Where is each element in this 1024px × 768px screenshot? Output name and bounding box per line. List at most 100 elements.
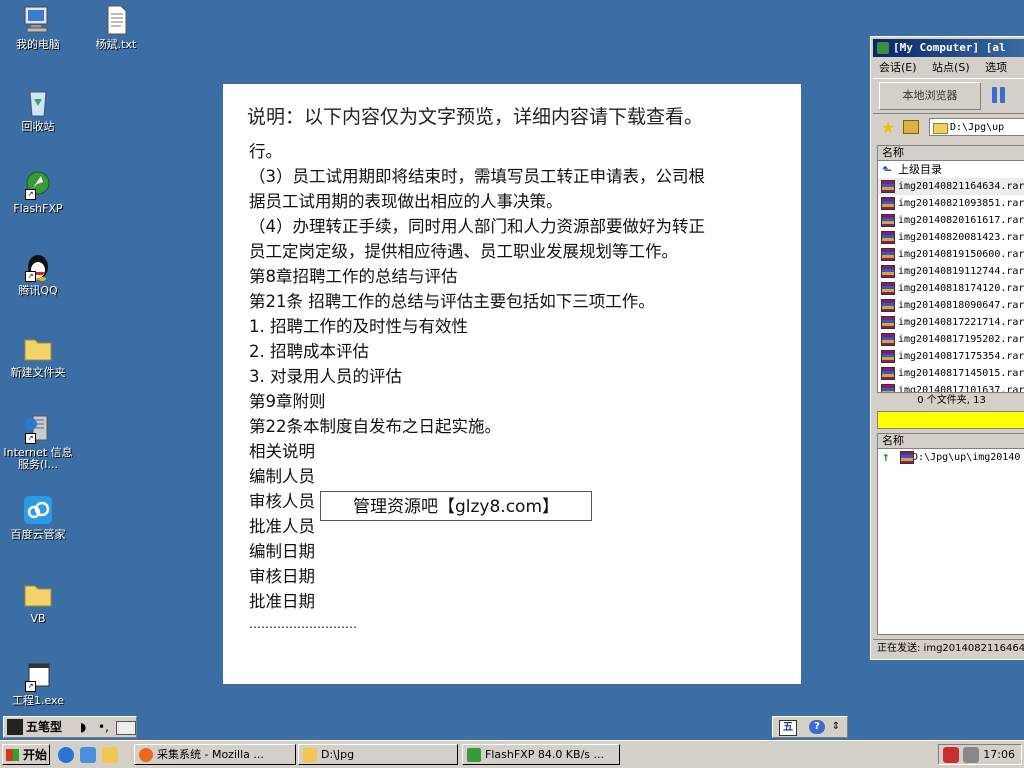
- desktop-icon-label: 我的电脑: [16, 38, 60, 51]
- punctuation-icon[interactable]: •,: [98, 719, 109, 735]
- explorer-folder-icon[interactable]: [102, 747, 118, 763]
- desktop-icon-recycle-bin[interactable]: 回收站: [0, 86, 76, 133]
- flashfxp-window: [My Computer] [al 会话(E) 站点(S) 选项 本地浏览器 ★…: [870, 36, 1024, 660]
- flashfxp-icon: [877, 42, 889, 54]
- desktop-icon-my-computer[interactable]: 我的电脑: [0, 4, 76, 51]
- options-arrows-icon[interactable]: ⇕: [831, 720, 841, 734]
- desktop-icon-label: 杨斌.txt: [95, 38, 137, 51]
- file-row[interactable]: img20140820081423.rar: [878, 229, 1024, 246]
- task-firefox[interactable]: 采集系统 - Mozilla ...: [134, 744, 296, 765]
- half-width-moon-icon[interactable]: ◗: [80, 719, 86, 735]
- file-row[interactable]: img20140819150600.rar: [878, 246, 1024, 263]
- desktop-icon-iis[interactable]: ↗ Internet 信息服务(I...: [0, 412, 76, 471]
- firefox-icon: [139, 748, 153, 762]
- rar-archive-icon: [881, 180, 895, 193]
- file-row[interactable]: img20140817221714.rar: [878, 314, 1024, 331]
- file-name: img20140821164634.rar: [898, 181, 1024, 192]
- file-row[interactable]: img20140820161617.rar: [878, 212, 1024, 229]
- outlook-icon[interactable]: [80, 747, 96, 763]
- title-bar[interactable]: [My Computer] [al: [873, 39, 1024, 57]
- task-explorer-jpg[interactable]: D:\Jpg: [298, 744, 458, 765]
- parent-folder-icon[interactable]: [903, 120, 919, 134]
- ie-browser-icon[interactable]: [58, 747, 74, 763]
- desktop-icon-label: 百度云管家: [10, 528, 66, 541]
- desktop-icon-label: 回收站: [21, 120, 55, 133]
- file-row[interactable]: img20140818174120.rar: [878, 280, 1024, 297]
- shortcut-arrow-icon: ↗: [25, 681, 36, 692]
- shortcut-arrow-icon: ↗: [25, 271, 36, 282]
- document-line: 第21条 招聘工作的总结与评估主要包括如下三项工作。: [249, 292, 655, 311]
- path-bar: ★ D:\Jpg\up: [873, 115, 1024, 141]
- document-line: （3）员工试用期即将结束时，需填写员工转正申请表，公司根: [249, 167, 705, 186]
- file-row[interactable]: img20140817175354.rar: [878, 348, 1024, 365]
- clock[interactable]: 17:06: [983, 745, 1015, 765]
- document-line: 批准日期: [249, 592, 315, 611]
- soft-keyboard-icon[interactable]: [116, 721, 136, 735]
- iis-server-icon: ↗: [21, 412, 55, 444]
- taskbar: 开始 采集系统 - Mozilla ... D:\Jpg FlashFXP 84…: [0, 740, 1024, 768]
- volume-icon[interactable]: [963, 747, 979, 763]
- menu-sites[interactable]: 站点(S): [932, 61, 970, 74]
- desktop-icon-baidu-cloud[interactable]: 百度云管家: [0, 494, 76, 541]
- file-name: img20140817221714.rar: [898, 317, 1024, 328]
- document-line: 审核日期: [249, 567, 315, 586]
- ime-logo-icon[interactable]: [7, 719, 23, 735]
- pause-icon[interactable]: [989, 85, 1009, 105]
- document-line: 编制日期: [249, 542, 315, 561]
- desktop-icon-new-folder[interactable]: 新建文件夹: [0, 332, 76, 379]
- file-row[interactable]: img20140821164634.rar: [878, 178, 1024, 195]
- menu-bar: 会话(E) 站点(S) 选项: [873, 59, 1024, 77]
- local-browser-button[interactable]: 本地浏览器: [879, 82, 981, 110]
- document-line: 第8章招聘工作的总结与评估: [249, 267, 458, 286]
- menu-session[interactable]: 会话(E): [879, 61, 917, 74]
- favorite-star-icon[interactable]: ★: [881, 119, 895, 137]
- file-row[interactable]: img20140817101637.rar: [878, 382, 1024, 392]
- ime-mode-label[interactable]: 五笔型: [26, 719, 62, 735]
- wubi-input-icon[interactable]: 五: [779, 720, 797, 736]
- menu-options[interactable]: 选项: [985, 61, 1007, 74]
- start-button[interactable]: 开始: [2, 744, 50, 765]
- baidu-cloud-icon: [21, 494, 55, 526]
- column-header-name[interactable]: 名称: [878, 146, 1024, 161]
- desktop-icon-flashfxp[interactable]: ↗ FlashFXP: [0, 168, 76, 215]
- file-row[interactable]: img20140817145015.rar: [878, 365, 1024, 382]
- parent-directory-row[interactable]: ⬑ 上级目录: [878, 161, 1024, 178]
- transfer-progress-bar: [877, 411, 1024, 429]
- file-name: img20140817175354.rar: [898, 351, 1024, 362]
- document-line: 行。: [249, 142, 282, 161]
- path-input[interactable]: D:\Jpg\up: [929, 118, 1024, 136]
- desktop-icon-qq[interactable]: ↗ 腾讯QQ: [0, 250, 76, 297]
- task-flashfxp[interactable]: FlashFXP 84.0 KB/s ...: [462, 744, 620, 765]
- path-text: D:\Jpg\up: [950, 122, 1005, 133]
- file-row[interactable]: img20140821093851.rar: [878, 195, 1024, 212]
- up-arrow-icon: ⬑: [882, 163, 893, 177]
- queue-item-row[interactable]: ↑ D:\Jpg\up\img20140: [878, 449, 1024, 466]
- desktop-icon-label: FlashFXP: [13, 202, 63, 215]
- file-row[interactable]: img20140819112744.rar: [878, 263, 1024, 280]
- queue-column-header-name[interactable]: 名称: [878, 434, 1024, 449]
- file-name: img20140820081423.rar: [898, 232, 1024, 243]
- rar-archive-icon: [881, 282, 895, 295]
- document-line: 1. 招聘工作的及时性与有效性: [249, 317, 468, 336]
- qq-penguin-icon: ↗: [21, 250, 55, 282]
- rar-archive-icon: [881, 333, 895, 346]
- desktop-icon-exe[interactable]: ↗ 工程1.exe: [0, 660, 76, 707]
- file-row[interactable]: img20140817195202.rar: [878, 331, 1024, 348]
- toolbar: 本地浏览器: [873, 78, 1024, 114]
- watermark-stamp: 管理资源吧【glzy8.com】: [320, 491, 592, 521]
- document-line: 2. 招聘成本评估: [249, 342, 369, 361]
- desktop-icon-text-file[interactable]: 杨斌.txt: [78, 4, 154, 51]
- recycle-bin-icon: [21, 86, 55, 118]
- rar-archive-icon: [881, 384, 895, 392]
- file-row[interactable]: img20140818090647.rar: [878, 297, 1024, 314]
- document-line: 据员工试用期的表现做出相应的人事决策。: [249, 192, 563, 211]
- file-name: img20140819150600.rar: [898, 249, 1024, 260]
- rar-archive-icon: [881, 248, 895, 261]
- task-label: FlashFXP 84.0 KB/s ...: [485, 748, 604, 761]
- tray-app-icon[interactable]: [943, 747, 959, 763]
- rar-archive-icon: [881, 316, 895, 329]
- desktop-icon-vb[interactable]: VB: [0, 578, 76, 625]
- document-line: 第22条本制度自发布之日起实施。: [249, 417, 501, 436]
- help-icon[interactable]: ?: [809, 720, 825, 734]
- task-label: 采集系统 - Mozilla ...: [157, 748, 264, 761]
